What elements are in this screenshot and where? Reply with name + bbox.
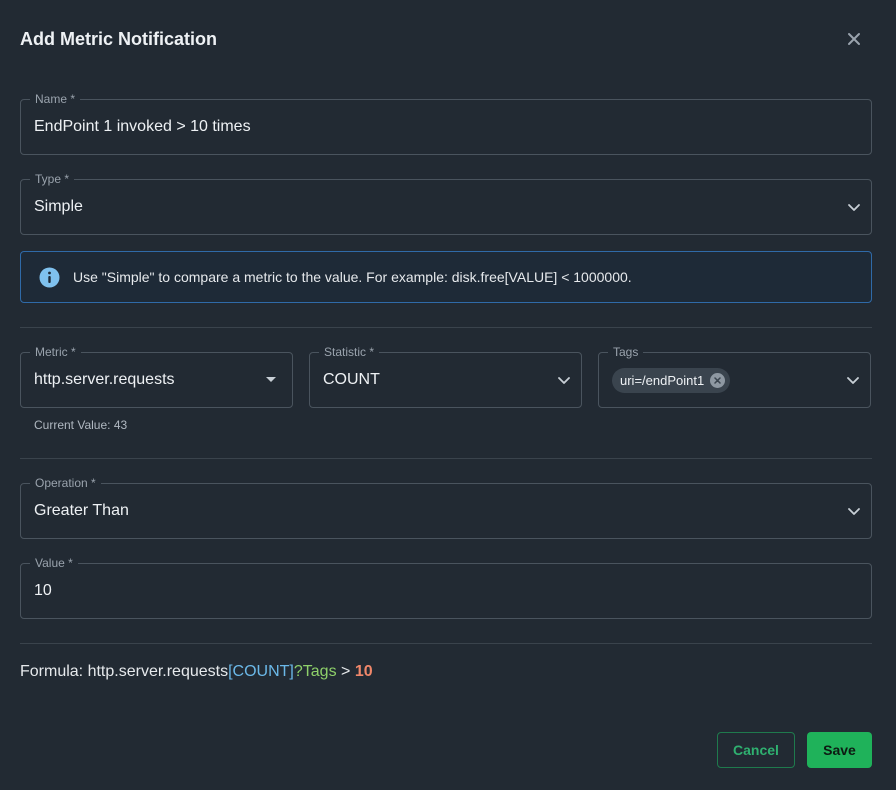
- formula-prefix: Formula:: [20, 663, 88, 680]
- metric-current-value: Current Value: 43: [34, 418, 128, 432]
- operation-select-label: Operation *: [30, 476, 101, 490]
- divider: [20, 327, 872, 328]
- value-field-label: Value *: [30, 556, 78, 570]
- metric-select[interactable]: Metric * http.server.requests: [20, 345, 293, 408]
- add-metric-notification-dialog: Add Metric Notification Name * EndPoint …: [0, 0, 896, 790]
- tags-select-label: Tags: [608, 345, 644, 359]
- value-field-value: 10: [34, 582, 52, 599]
- close-icon: [848, 33, 860, 45]
- info-icon: [39, 267, 60, 288]
- chevron-down-icon: [847, 200, 861, 214]
- tags-select[interactable]: Tags uri=/endPoint1: [598, 345, 871, 408]
- caret-down-icon: [264, 373, 278, 387]
- formula-metric: http.server.requests: [87, 663, 229, 680]
- divider: [20, 458, 872, 459]
- operation-select-value: Greater Than: [34, 502, 129, 519]
- chevron-down-icon: [846, 373, 860, 387]
- statistic-select-value: COUNT: [323, 371, 380, 388]
- info-alert-text: Use "Simple" to compare a metric to the …: [73, 269, 632, 285]
- chip-remove-icon[interactable]: [710, 373, 726, 388]
- type-select[interactable]: Type * Simple: [20, 172, 872, 235]
- close-button[interactable]: [842, 27, 866, 51]
- chevron-down-icon: [557, 373, 571, 387]
- formula: Formula: http.server.requests[COUNT]?Tag…: [20, 663, 373, 681]
- chevron-down-icon: [847, 504, 861, 518]
- tag-chip[interactable]: uri=/endPoint1: [612, 368, 731, 393]
- name-field-label: Name *: [30, 92, 81, 106]
- operation-select[interactable]: Operation * Greater Than: [20, 476, 872, 539]
- formula-value: 10: [354, 663, 373, 680]
- value-field[interactable]: Value * 10: [20, 556, 872, 619]
- divider: [20, 643, 872, 644]
- info-alert: Use "Simple" to compare a metric to the …: [20, 251, 872, 303]
- dialog-title: Add Metric Notification: [20, 29, 217, 49]
- statistic-select-label: Statistic *: [319, 345, 380, 359]
- formula-tags: ?Tags: [293, 663, 337, 680]
- name-field-value: EndPoint 1 invoked > 10 times: [34, 118, 251, 135]
- formula-statistic: [COUNT]: [228, 663, 294, 680]
- metric-select-label: Metric *: [30, 345, 81, 359]
- formula-operator: >: [336, 663, 355, 680]
- tag-chip-label: uri=/endPoint1: [620, 373, 705, 388]
- type-select-label: Type *: [30, 172, 75, 186]
- cancel-button[interactable]: Cancel: [717, 732, 795, 768]
- type-select-value: Simple: [34, 198, 83, 215]
- save-button[interactable]: Save: [807, 732, 872, 768]
- metric-select-value: http.server.requests: [34, 371, 175, 388]
- name-field[interactable]: Name * EndPoint 1 invoked > 10 times: [20, 92, 872, 155]
- statistic-select[interactable]: Statistic * COUNT: [309, 345, 582, 408]
